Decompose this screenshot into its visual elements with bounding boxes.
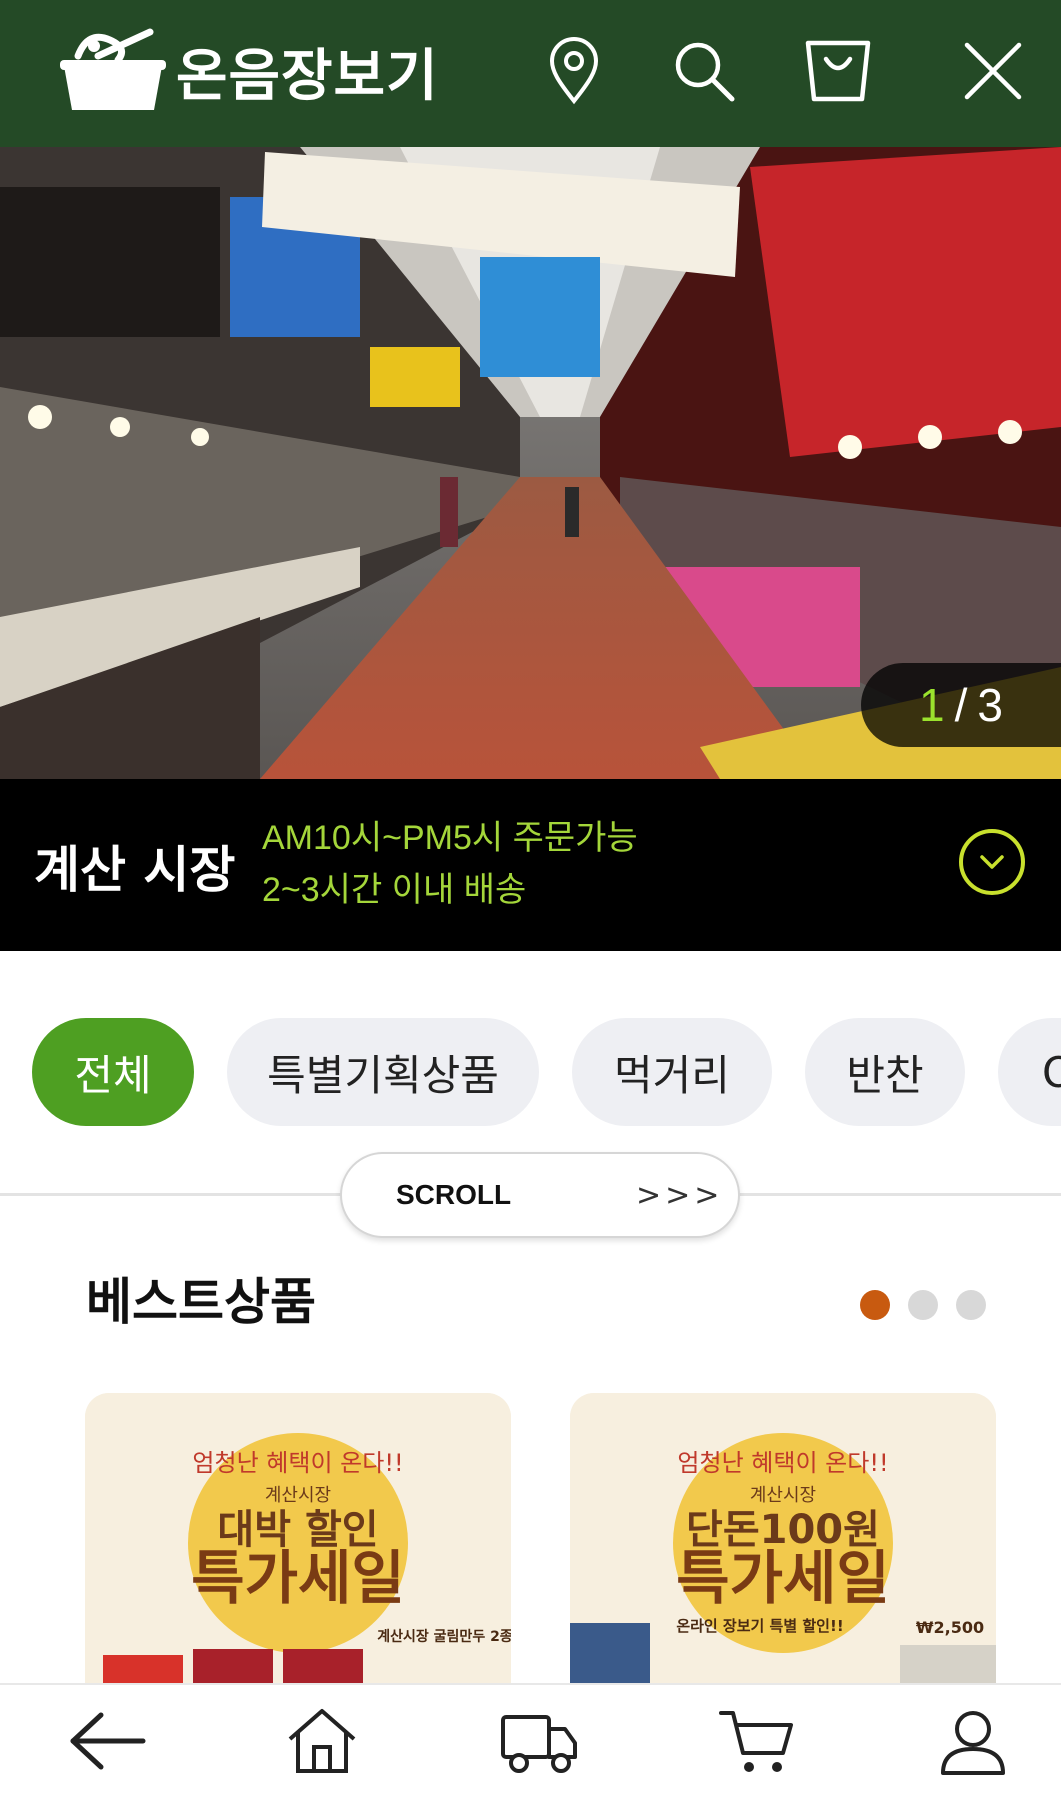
scroll-hint-label: SCROLL: [396, 1179, 512, 1210]
banner-sale: 특가세일: [191, 1544, 404, 1612]
category-chip-sidedish[interactable]: 반찬: [805, 1018, 965, 1126]
basket-logo-icon: [60, 28, 166, 110]
market-hours: AM10시~PM5시 주문가능 2~3시간 이내 배송: [262, 812, 638, 916]
app-logo[interactable]: 온음장보기: [58, 26, 439, 116]
nav-home-button[interactable]: [277, 1699, 367, 1783]
category-chip-food[interactable]: 먹거리: [572, 1018, 772, 1126]
product-card-2[interactable]: 엄청난 혜택이 온다!! 계산시장 단돈100원 특가세일 온라인 장보기 특별…: [570, 1393, 996, 1683]
app-header: 온음장보기: [0, 0, 1061, 147]
close-button[interactable]: [952, 30, 1034, 112]
user-icon: [941, 1711, 1005, 1775]
carousel-total: 3: [977, 679, 1003, 731]
pager-dot-2[interactable]: [908, 1290, 938, 1320]
order-hours-text: AM10시~PM5시 주문가능: [262, 819, 638, 857]
banner-tagline: 엄청난 혜택이 온다!!: [192, 1449, 403, 1477]
delivery-truck-icon: [501, 1715, 577, 1773]
close-icon: [964, 42, 1022, 100]
carousel-current: 1: [919, 679, 945, 731]
location-button[interactable]: [533, 30, 615, 112]
product-banner-2: 엄청난 혜택이 온다!! 계산시장 단돈100원 특가세일 온라인 장보기 특별…: [570, 1393, 996, 1683]
scroll-hint-button[interactable]: SCROLL >>>: [340, 1152, 740, 1238]
banner-market: 계산시장: [750, 1485, 816, 1506]
banner-price-tag: ₩2,500: [916, 1618, 984, 1637]
cart-icon: [719, 1711, 793, 1772]
banner-promo-tag: 온라인 장보기 특별 할인!!: [676, 1617, 843, 1635]
pager-dot-1[interactable]: [860, 1290, 890, 1320]
banner-market: 계산시장: [265, 1485, 331, 1506]
banner-tagline: 엄청난 혜택이 온다!!: [677, 1449, 888, 1477]
nav-profile-button[interactable]: [928, 1699, 1018, 1783]
search-button[interactable]: [663, 30, 745, 112]
carousel-counter: 1 / 3: [861, 663, 1061, 747]
bottom-navigation: [0, 1683, 1061, 1794]
category-chip-special[interactable]: 특별기획상품: [227, 1018, 539, 1126]
nav-cart-button[interactable]: [712, 1699, 802, 1783]
search-icon: [675, 42, 735, 102]
location-icon: [549, 37, 599, 105]
nav-back-button[interactable]: [62, 1699, 152, 1783]
delivery-time-text: 2~3시간 이내 배송: [262, 871, 527, 909]
home-icon: [288, 1709, 356, 1773]
shopping-bag-button[interactable]: [797, 30, 879, 112]
best-products-title: 베스트상품: [86, 1273, 316, 1331]
banner-sale: 특가세일: [676, 1544, 889, 1612]
carousel-separator: /: [954, 679, 968, 731]
chevron-down-icon: [980, 855, 1004, 869]
product-banner-1: 엄청난 혜택이 온다!! 계산시장 대박 할인 특가세일 계산시장 굴림만두 2…: [85, 1393, 511, 1683]
category-chip-all[interactable]: 전체: [32, 1018, 194, 1126]
market-expand-button[interactable]: [959, 829, 1025, 895]
pager-dot-3[interactable]: [956, 1290, 986, 1320]
product-card-1[interactable]: 엄청난 혜택이 온다!! 계산시장 대박 할인 특가세일 계산시장 굴림만두 2…: [85, 1393, 511, 1683]
category-chip-more[interactable]: O: [998, 1018, 1061, 1126]
banner-product-tag: 계산시장 굴림만두 2종: [377, 1628, 511, 1645]
market-name: 계산 시장: [34, 841, 236, 899]
best-products-pager: [860, 1290, 1004, 1320]
logo-text: 온음장보기: [176, 43, 439, 109]
back-arrow-icon: [70, 1712, 146, 1770]
nav-delivery-button[interactable]: [494, 1699, 584, 1783]
shopping-bag-icon: [805, 40, 871, 102]
scroll-arrows-icon: >>>: [636, 1177, 724, 1213]
category-tabs: 전체 특별기획상품 먹거리 반찬 O: [0, 1018, 1061, 1128]
